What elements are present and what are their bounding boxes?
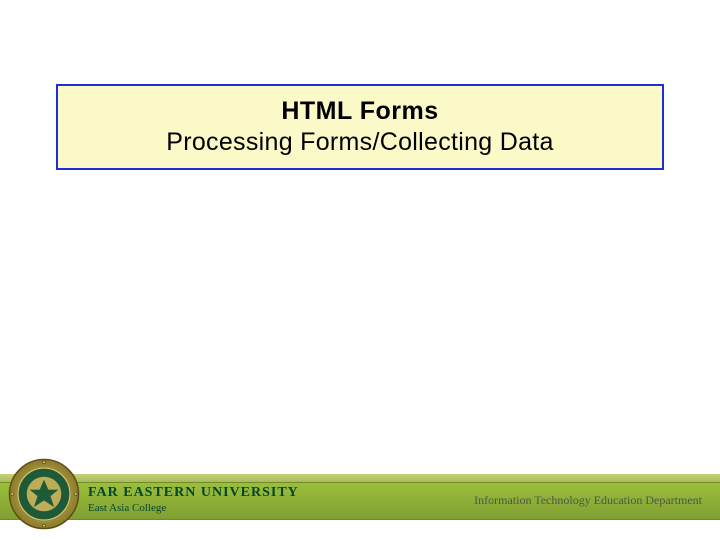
college-name: East Asia College [88,502,299,514]
university-name: FAR EASTERN UNIVERSITY [88,485,299,501]
slide-subtitle: Processing Forms/Collecting Data [166,127,554,158]
university-seal-icon [8,458,80,530]
title-box: HTML Forms Processing Forms/Collecting D… [56,84,664,170]
slide: HTML Forms Processing Forms/Collecting D… [0,0,720,540]
department-name: Information Technology Education Departm… [474,493,702,508]
university-block: FAR EASTERN UNIVERSITY East Asia College [88,480,299,518]
slide-title: HTML Forms [281,96,438,127]
